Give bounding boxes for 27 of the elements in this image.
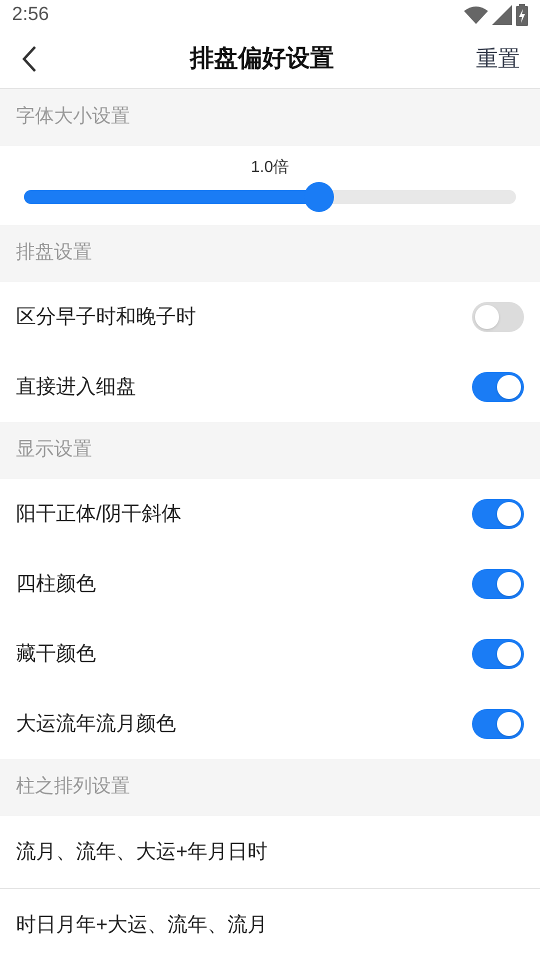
toggle-switch[interactable] <box>472 372 524 402</box>
reset-button[interactable]: 重置 <box>476 42 520 76</box>
toggle-switch[interactable] <box>472 302 524 332</box>
arrangement-option[interactable]: 流月、流年、大运+年月日时 <box>0 816 540 888</box>
section-header: 显示设置 <box>0 422 540 479</box>
font-size-slider[interactable] <box>24 182 516 212</box>
wifi-icon <box>464 6 488 24</box>
slider-reading: 1.0倍 <box>250 158 290 178</box>
section-header: 柱之排列设置 <box>0 759 540 816</box>
arrangement-option[interactable]: 时日月年+大运、流年、流月 <box>0 888 540 960</box>
toggle-switch[interactable] <box>472 569 524 599</box>
setting-label: 大运流年流月颜色 <box>16 712 176 737</box>
toggle-switch[interactable] <box>472 499 524 529</box>
section-header: 字体大小设置 <box>0 89 540 146</box>
setting-label: 直接进入细盘 <box>16 375 136 400</box>
battery-icon <box>516 4 528 26</box>
setting-label: 四柱颜色 <box>16 572 96 597</box>
status-time: 2:56 <box>12 2 49 27</box>
setting-label: 藏干颜色 <box>16 642 96 667</box>
setting-label: 阳干正体/阴干斜体 <box>16 502 182 527</box>
section-header: 排盘设置 <box>0 225 540 282</box>
signal-icon <box>492 4 512 25</box>
toggle-switch[interactable] <box>472 639 524 669</box>
back-chevron-icon <box>20 44 38 73</box>
setting-label: 区分早子时和晚子时 <box>16 305 196 330</box>
page-title: 排盘偏好设置 <box>190 44 334 74</box>
toggle-switch[interactable] <box>472 709 524 739</box>
